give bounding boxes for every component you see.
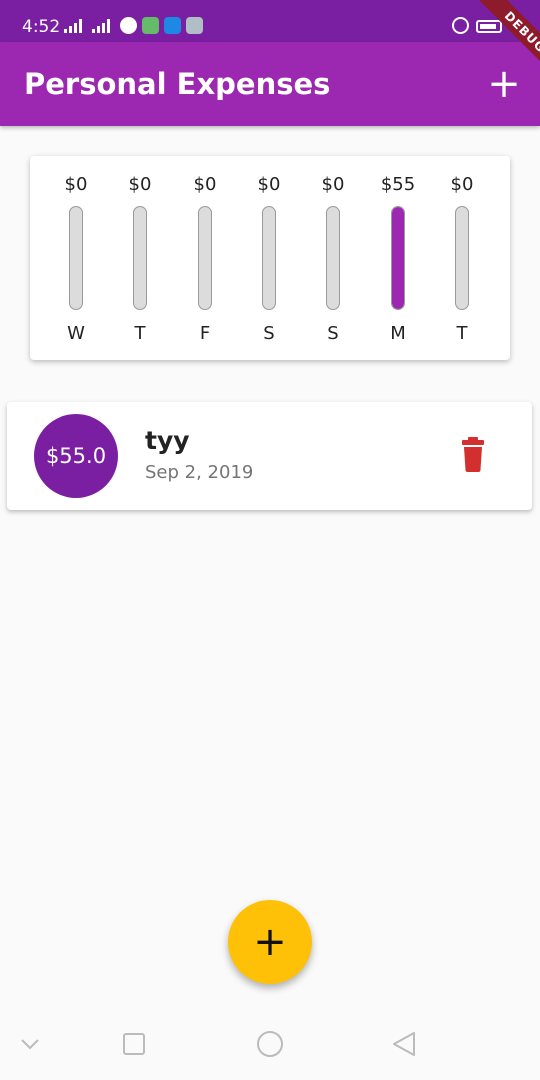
chart-bar-amount: $0 xyxy=(64,174,88,195)
hide-nav-chevron-icon[interactable] xyxy=(10,1030,50,1060)
chart-bar-track xyxy=(133,206,147,310)
weekly-chart-card: $0 W $0 T $0 F $0 S $0 S $55 M $0 T xyxy=(30,156,510,360)
recents-icon[interactable] xyxy=(114,1030,154,1060)
status-time: 4:52 xyxy=(22,17,61,37)
app-bar: Personal Expenses + xyxy=(0,42,540,126)
chart-bar-day-label: S xyxy=(263,323,275,344)
chart-bar-day-label: T xyxy=(134,323,146,344)
chart-bar-day-label: W xyxy=(67,323,85,344)
status-bar: 4:52 ⚡ xyxy=(0,0,540,42)
trash-icon xyxy=(462,437,484,472)
chart-bar-column: $0 S xyxy=(239,156,299,360)
chart-bar-column: $0 S xyxy=(303,156,363,360)
chart-bar-amount: $0 xyxy=(193,174,217,195)
chart-bar-day-label: F xyxy=(199,323,211,344)
app-icon xyxy=(164,17,181,34)
transaction-title: tyy xyxy=(145,426,190,455)
chart-bar-track xyxy=(69,206,83,310)
chart-bar-column: $0 W xyxy=(46,156,106,360)
transaction-amount-avatar: $55.0 xyxy=(34,414,118,498)
chart-bar-amount: $0 xyxy=(128,174,152,195)
system-nav-bar xyxy=(0,1010,540,1080)
chart-bar-column: $0 T xyxy=(110,156,170,360)
debug-banner: DEBUG xyxy=(460,0,540,80)
add-transaction-fab[interactable]: + xyxy=(228,900,312,984)
chart-bar-day-label: S xyxy=(327,323,339,344)
chart-bar-track xyxy=(391,206,405,310)
chart-bar-track xyxy=(326,206,340,310)
chart-bar-day-label: T xyxy=(456,323,468,344)
chart-bar-column: $0 F xyxy=(175,156,235,360)
debug-label: DEBUG xyxy=(479,0,540,78)
transaction-date: Sep 2, 2019 xyxy=(145,462,254,483)
chart-bar-day-label: M xyxy=(390,323,406,344)
chart-bar-column: $55 M xyxy=(368,156,428,360)
app-icon xyxy=(142,17,159,34)
home-icon[interactable] xyxy=(250,1030,290,1060)
signal-icon xyxy=(64,17,88,33)
chart-bar-amount: $0 xyxy=(321,174,345,195)
plus-icon: + xyxy=(253,919,287,965)
chart-bar-track xyxy=(262,206,276,310)
back-icon[interactable] xyxy=(384,1030,424,1060)
chart-bar-amount: $55 xyxy=(380,174,416,195)
chart-bar-fill xyxy=(392,207,404,309)
app-icon xyxy=(186,17,203,34)
signal-icon xyxy=(92,17,116,33)
chart-bar-amount: $0 xyxy=(257,174,281,195)
chart-bar-track xyxy=(455,206,469,310)
chart-bar-amount: $0 xyxy=(450,174,474,195)
phone-app-icon xyxy=(120,17,137,34)
page-title: Personal Expenses xyxy=(24,67,331,101)
delete-transaction-button[interactable] xyxy=(453,434,493,478)
transaction-card: $55.0 tyy Sep 2, 2019 xyxy=(7,402,532,510)
chart-bar-track xyxy=(198,206,212,310)
chart-bar-column: $0 T xyxy=(432,156,492,360)
